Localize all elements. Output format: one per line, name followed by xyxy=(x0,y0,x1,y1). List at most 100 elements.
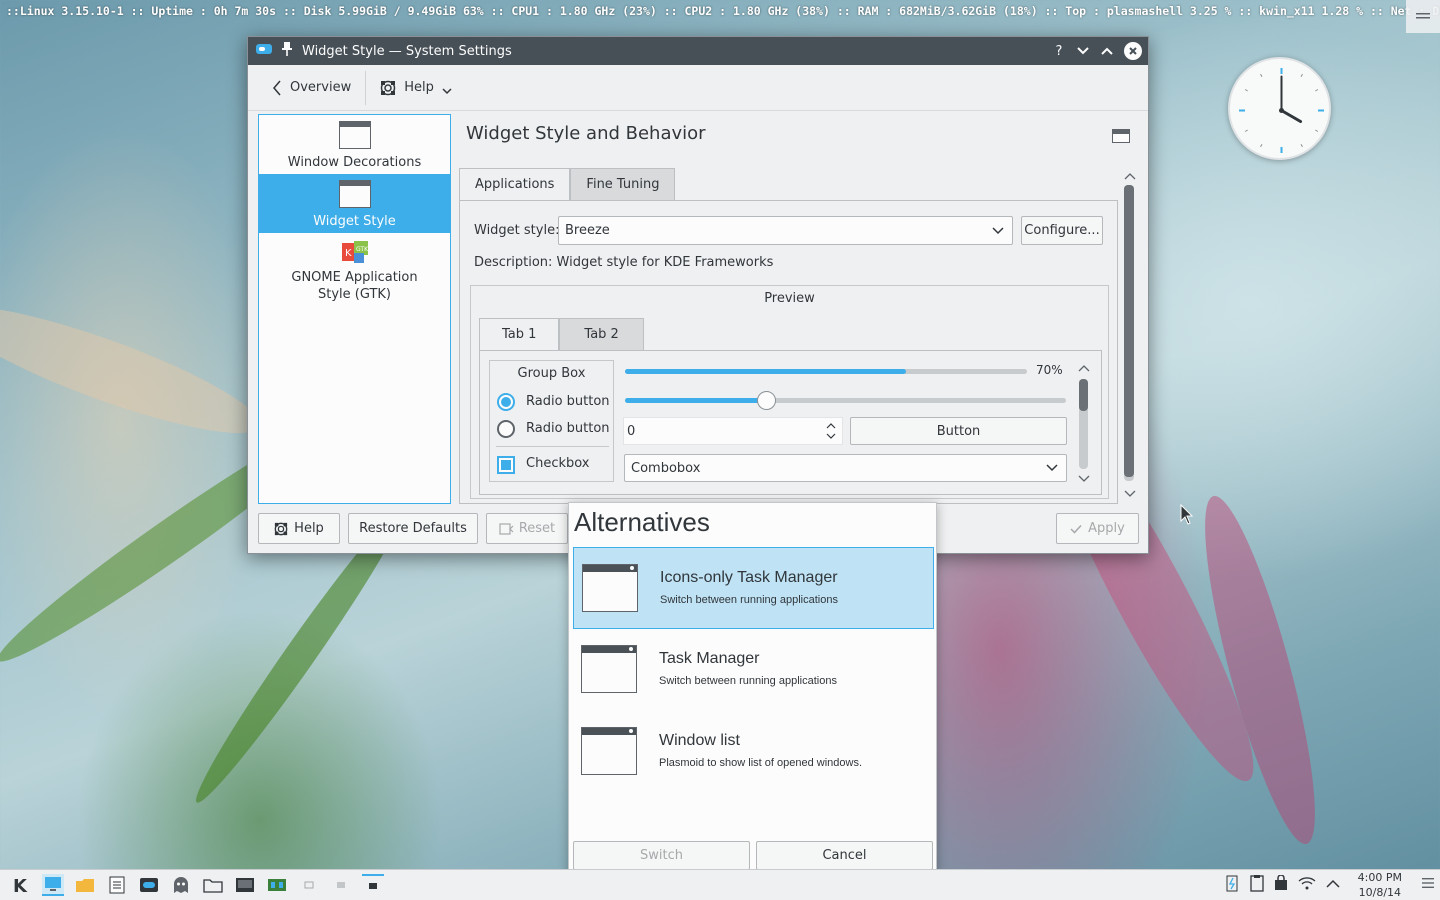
scroll-up-icon[interactable] xyxy=(1078,363,1090,373)
battery-icon[interactable] xyxy=(1224,874,1240,896)
preview-slider[interactable] xyxy=(625,391,1066,410)
preview-scrollbar-thumb[interactable] xyxy=(1079,379,1088,411)
outer-scrollbar-thumb[interactable] xyxy=(1124,185,1134,477)
svg-text:K: K xyxy=(345,248,352,259)
preview-spinbox[interactable]: 0 xyxy=(623,417,843,445)
sidebar-item-widget-style[interactable]: Widget Style xyxy=(259,174,450,233)
preview-combobox[interactable]: Combobox xyxy=(624,454,1067,482)
monitor-icon xyxy=(45,877,61,891)
sidebar-item-gtk-style[interactable]: K GTK GNOME Application Style (GTK) xyxy=(259,233,450,308)
clock-date: 10/8/14 xyxy=(1358,886,1402,899)
task-ghost-app[interactable] xyxy=(170,874,192,896)
cancel-button[interactable]: Cancel xyxy=(756,841,933,870)
settings-sidebar: Window Decorations Widget Style K GTK GN… xyxy=(258,114,451,504)
window-icon[interactable] xyxy=(1112,129,1130,143)
chevron-down-icon xyxy=(1077,47,1089,55)
scroll-down-icon[interactable] xyxy=(1124,489,1136,499)
folder-icon xyxy=(76,879,94,892)
minimize-button[interactable] xyxy=(1076,44,1090,58)
restore-defaults-button[interactable]: Restore Defaults xyxy=(348,513,478,544)
desktop-thumbnail-icon xyxy=(337,882,345,888)
help-button[interactable]: Help xyxy=(258,513,340,544)
pager-desktop-1[interactable] xyxy=(298,874,320,896)
analog-clock-widget[interactable] xyxy=(1228,57,1331,160)
expand-tray-icon[interactable] xyxy=(1326,878,1340,893)
chevron-up-icon xyxy=(1101,47,1113,55)
help-menu-label: Help xyxy=(404,80,434,95)
scroll-up-icon[interactable] xyxy=(1124,171,1136,181)
alternative-description: Plasmoid to show list of opened windows. xyxy=(659,757,862,769)
preview-scrollbar[interactable] xyxy=(1079,379,1088,469)
task-gtk-app[interactable] xyxy=(266,874,288,896)
overview-button[interactable]: Overview xyxy=(266,76,357,100)
maximize-button[interactable] xyxy=(1100,44,1114,58)
task-notes[interactable] xyxy=(106,874,128,896)
context-help-button[interactable]: ? xyxy=(1052,44,1066,59)
preview-checkbox[interactable] xyxy=(497,456,515,474)
preview-tabs: Tab 1 Tab 2 xyxy=(479,318,644,350)
chevron-down-icon xyxy=(1046,464,1058,472)
window-list-icon xyxy=(581,727,637,775)
help-menu-button[interactable]: Help xyxy=(374,76,458,100)
panel-menu-icon[interactable] xyxy=(1422,877,1434,893)
wifi-icon[interactable] xyxy=(1298,876,1316,894)
task-terminal[interactable] xyxy=(234,874,256,896)
pager-desktop-3[interactable] xyxy=(362,874,384,896)
pager-desktop-2[interactable] xyxy=(330,874,352,896)
close-button[interactable] xyxy=(1124,42,1142,60)
alternative-name: Task Manager xyxy=(659,650,760,667)
slider-fill xyxy=(625,398,766,403)
reset-button[interactable]: Reset xyxy=(486,513,568,544)
preview-groupbox: Preview Tab 1 Tab 2 Group Box Radio butt… xyxy=(470,285,1109,499)
application-launcher-button[interactable]: K xyxy=(10,874,32,896)
alternative-item-window-list[interactable]: Window list Plasmoid to show list of ope… xyxy=(573,711,934,793)
desktop-thumbnail-icon xyxy=(304,881,314,889)
tab-fine-tuning[interactable]: Fine Tuning xyxy=(570,168,676,200)
preview-progress-bar xyxy=(625,369,1027,374)
pin-icon[interactable] xyxy=(282,42,292,60)
radio-label-2: Radio button xyxy=(526,421,610,436)
system-monitor-text: ::Linux 3.15.10-1 :: Uptime : 0h 7m 30s … xyxy=(6,4,1440,18)
tab-1[interactable]: Tab 1 xyxy=(479,318,560,350)
task-manager-icon xyxy=(581,645,637,693)
apply-button[interactable]: Apply xyxy=(1056,513,1139,544)
close-icon xyxy=(1129,47,1137,55)
sidebar-item-window-decorations[interactable]: Window Decorations xyxy=(259,115,450,174)
alternative-item-icons-only-task-manager[interactable]: Icons-only Task Manager Switch between r… xyxy=(573,547,934,629)
radio-button-2[interactable] xyxy=(497,420,515,438)
widget-style-combobox[interactable]: Breeze xyxy=(558,216,1013,245)
settings-panel-icon xyxy=(140,878,158,892)
desktop-thumbnail-icon xyxy=(369,883,377,889)
digital-clock[interactable]: 4:00 PM 10/8/14 xyxy=(1358,870,1402,900)
task-settings[interactable] xyxy=(138,874,160,896)
preview-combobox-value: Combobox xyxy=(631,460,701,476)
switch-button[interactable]: Switch xyxy=(573,841,750,870)
task-system-settings[interactable] xyxy=(42,874,64,896)
applications-panel: Widget style: Breeze Configure... Descri… xyxy=(459,200,1118,504)
spin-arrows-icon[interactable] xyxy=(826,421,836,441)
window-titlebar[interactable]: Widget Style — System Settings ? xyxy=(248,37,1148,65)
chevron-down-icon xyxy=(992,226,1004,234)
sidebar-item-label: Widget Style xyxy=(313,214,396,229)
radio-button-1[interactable] xyxy=(497,393,515,411)
slider-handle[interactable] xyxy=(757,391,776,410)
arrow-back-icon xyxy=(273,80,281,95)
system-settings-window: Widget Style — System Settings ? Overvie… xyxy=(247,36,1149,554)
tab-2[interactable]: Tab 2 xyxy=(559,318,644,350)
terminal-icon xyxy=(236,878,254,892)
device-notifier-icon[interactable] xyxy=(1274,874,1288,895)
mouse-cursor-icon xyxy=(1180,504,1194,525)
outer-scrollbar[interactable] xyxy=(1124,185,1134,481)
configure-button[interactable]: Configure... xyxy=(1021,216,1103,245)
network-icon xyxy=(268,879,286,891)
tab-applications[interactable]: Applications xyxy=(459,168,571,200)
task-file-manager[interactable] xyxy=(202,874,224,896)
sidebar-item-label: Window Decorations xyxy=(287,155,422,170)
task-dolphin[interactable] xyxy=(74,874,96,896)
desktop-toolbox-button[interactable] xyxy=(1406,0,1440,33)
clipboard-icon[interactable] xyxy=(1250,874,1264,896)
alternative-item-task-manager[interactable]: Task Manager Switch between running appl… xyxy=(573,629,934,711)
widget-style-label: Widget style: xyxy=(474,223,560,238)
preview-button[interactable]: Button xyxy=(850,417,1067,445)
scroll-down-icon[interactable] xyxy=(1078,474,1090,484)
